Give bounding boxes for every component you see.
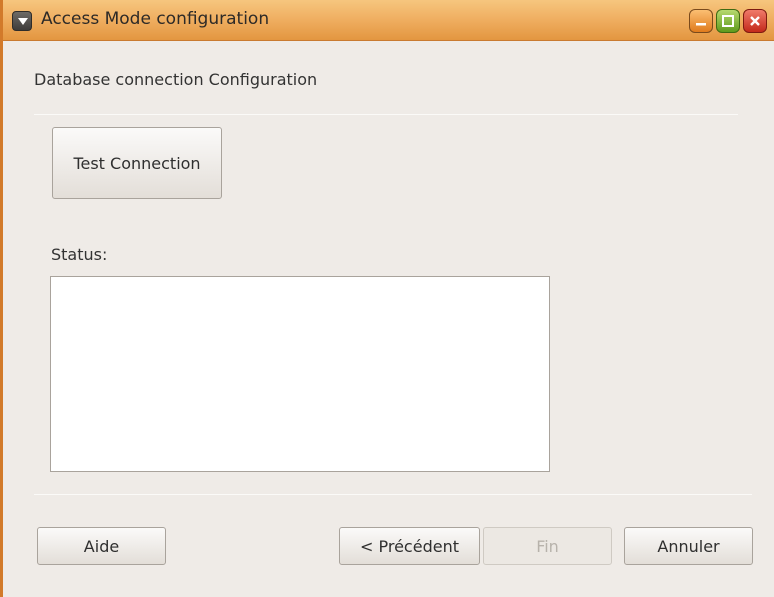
- top-separator: [34, 114, 738, 115]
- finish-button[interactable]: Fin: [483, 527, 612, 565]
- section-title: Database connection Configuration: [34, 70, 318, 89]
- bottom-separator: [34, 494, 752, 495]
- help-button[interactable]: Aide: [37, 527, 166, 565]
- test-connection-button[interactable]: Test Connection: [52, 127, 222, 199]
- status-label: Status:: [51, 245, 108, 264]
- title-bar[interactable]: Access Mode configuration: [3, 0, 774, 41]
- maximize-icon[interactable]: [716, 9, 740, 33]
- previous-button[interactable]: < Précédent: [339, 527, 480, 565]
- dialog-window: Access Mode configuration Database conne…: [0, 0, 774, 597]
- status-output[interactable]: [50, 276, 550, 472]
- cancel-button[interactable]: Annuler: [624, 527, 753, 565]
- close-icon[interactable]: [743, 9, 767, 33]
- window-title: Access Mode configuration: [41, 9, 270, 29]
- minimize-icon[interactable]: [689, 9, 713, 33]
- window-menu-icon[interactable]: [12, 11, 32, 31]
